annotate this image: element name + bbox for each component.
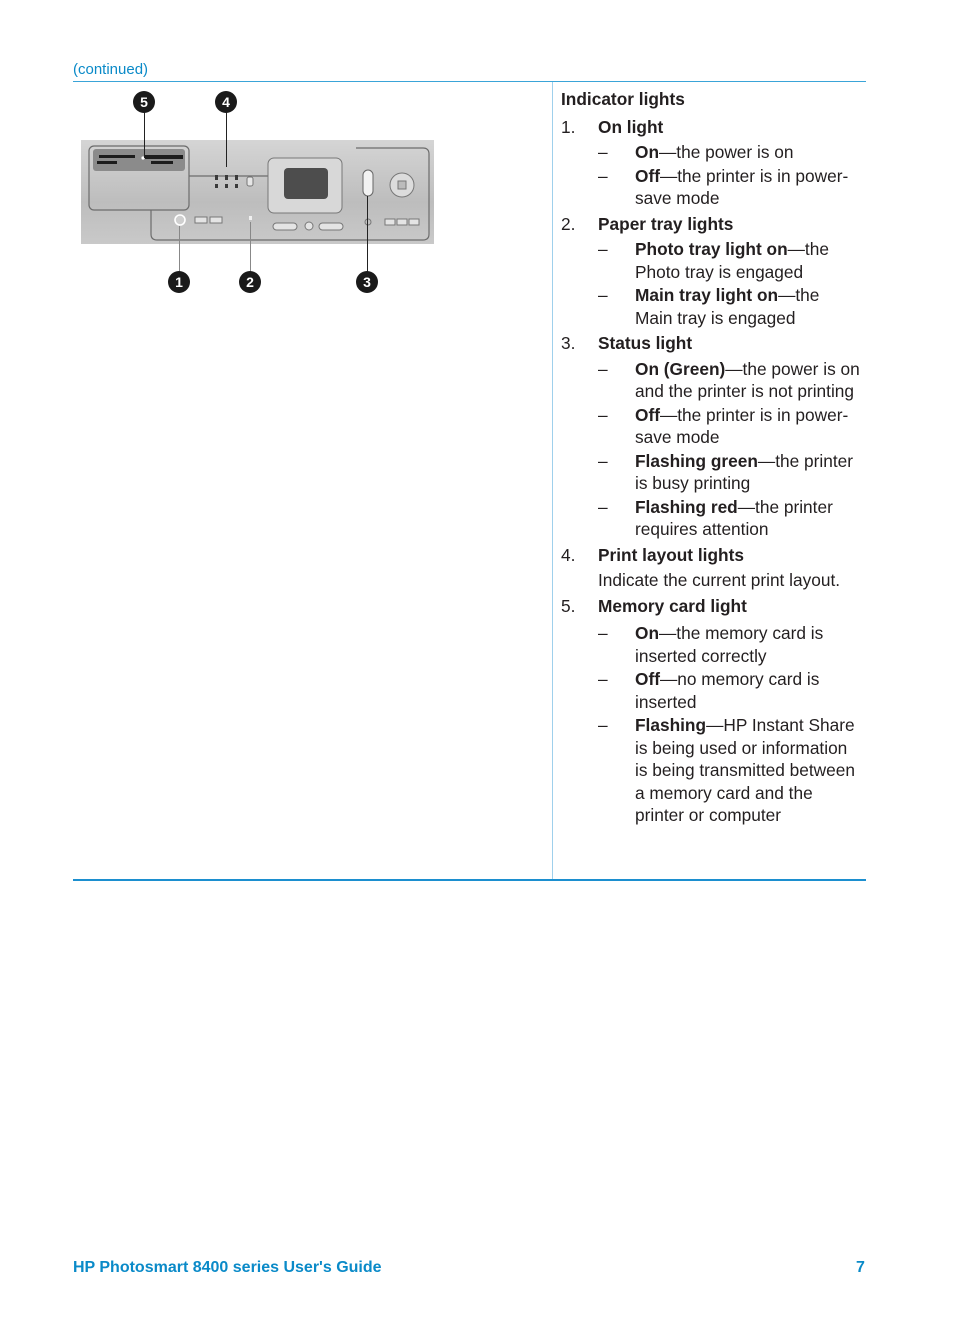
callout-5: 5 xyxy=(133,91,155,113)
item-description: Indicate the current print layout. xyxy=(598,570,841,590)
list-item: 5. Memory card light – On—the memory card… xyxy=(561,595,861,827)
bullet: – Photo tray light on—the Photo tray is e… xyxy=(598,238,861,283)
leader-line-1 xyxy=(179,226,180,272)
bullet: – Flashing—HP Instant Share is being used… xyxy=(598,714,861,827)
bullet-term: Off xyxy=(635,669,660,689)
indicator-lights-section: Indicator lights 1. On light – On—the pow… xyxy=(561,88,861,830)
callout-3: 3 xyxy=(356,271,378,293)
page-number: 7 xyxy=(856,1259,865,1276)
bullet-term: Off xyxy=(635,404,660,425)
callout-4: 4 xyxy=(215,91,237,113)
column-divider xyxy=(552,82,553,879)
item-number: 5. xyxy=(561,595,576,616)
bullet: – Flashing red—the printer requires atten… xyxy=(598,496,861,541)
dash: – xyxy=(598,623,608,643)
printer-panel-drawing xyxy=(88,145,430,241)
dash: – xyxy=(598,450,608,471)
bullet-term: Flashing xyxy=(635,715,707,735)
dash: – xyxy=(598,404,608,425)
item-title: Paper tray lights xyxy=(598,213,734,234)
dash: – xyxy=(598,142,608,162)
leader-line-2 xyxy=(250,222,251,272)
bullet-term: Main tray light on xyxy=(635,285,779,305)
bullet-text: —the memory card is inserted correctly xyxy=(635,623,824,666)
list-item: 4. Print layout lights Indicate the curr… xyxy=(561,544,861,592)
leader-line-3 xyxy=(367,196,368,272)
control-panel-figure: 5 4 1 2 3 xyxy=(80,88,440,303)
list-item: 2. Paper tray lights – Photo tray light o… xyxy=(561,213,861,330)
bullet-term: On (Green) xyxy=(635,358,726,379)
bullet-text: —the printer is in power-save mode xyxy=(635,165,849,209)
dash: – xyxy=(598,496,608,517)
bullet: – Off—no memory card is inserted xyxy=(598,668,861,713)
bullet: – Off—the printer is in power-save mode xyxy=(598,165,861,210)
footer-guide-title: HP Photosmart 8400 series User's Guide xyxy=(73,1259,382,1276)
bullet-text: —the printer is in power-save mode xyxy=(635,404,849,448)
bullet: – Main tray light on—the Main tray is eng… xyxy=(598,284,861,329)
bullet-term: Flashing red xyxy=(635,496,738,517)
bullet-term: On xyxy=(635,142,659,162)
leader-line-5 xyxy=(144,112,145,158)
item-title: On light xyxy=(598,116,664,137)
section-title: Indicator lights xyxy=(561,89,685,109)
item-number: 4. xyxy=(561,544,576,565)
bullet-term: On xyxy=(635,623,659,643)
item-number: 1. xyxy=(561,116,576,137)
bullet-term: Photo tray light on xyxy=(635,239,788,259)
continued-label: (continued) xyxy=(73,61,149,78)
item-title: Print layout lights xyxy=(598,544,744,565)
bullet-term: Off xyxy=(635,165,660,186)
bullet-term: Flashing green xyxy=(635,450,758,471)
bullet: – Flashing green—the printer is busy prin… xyxy=(598,450,861,495)
table-bottom-rule xyxy=(73,879,866,881)
bullet: – On—the power is on xyxy=(598,141,861,164)
dash: – xyxy=(598,285,608,305)
bullet: – On (Green)—the power is on and the prin… xyxy=(598,358,861,403)
list-item: 1. On light – On—the power is on – Off—the… xyxy=(561,116,861,210)
callout-2: 2 xyxy=(239,271,261,293)
bullet: – On—the memory card is inserted correctl… xyxy=(598,622,861,667)
list-item: 3. Status light – On (Green)—the power is… xyxy=(561,332,861,541)
item-number: 2. xyxy=(561,213,576,234)
leader-line-4 xyxy=(226,112,227,167)
dash: – xyxy=(598,165,608,186)
item-title: Status light xyxy=(598,333,693,353)
item-number: 3. xyxy=(561,333,576,353)
dash: – xyxy=(598,669,608,689)
dash: – xyxy=(598,239,608,259)
table-top-rule xyxy=(73,81,866,82)
bullet-text: —the power is on xyxy=(659,142,794,162)
bullet-text: —no memory card is inserted xyxy=(635,669,820,712)
callout-1: 1 xyxy=(168,271,190,293)
dash: – xyxy=(598,715,608,735)
item-title: Memory card light xyxy=(598,595,747,616)
control-panel-image xyxy=(81,140,434,244)
bullet: – Off—the printer is in power-save mode xyxy=(598,404,861,449)
dash: – xyxy=(598,358,608,379)
